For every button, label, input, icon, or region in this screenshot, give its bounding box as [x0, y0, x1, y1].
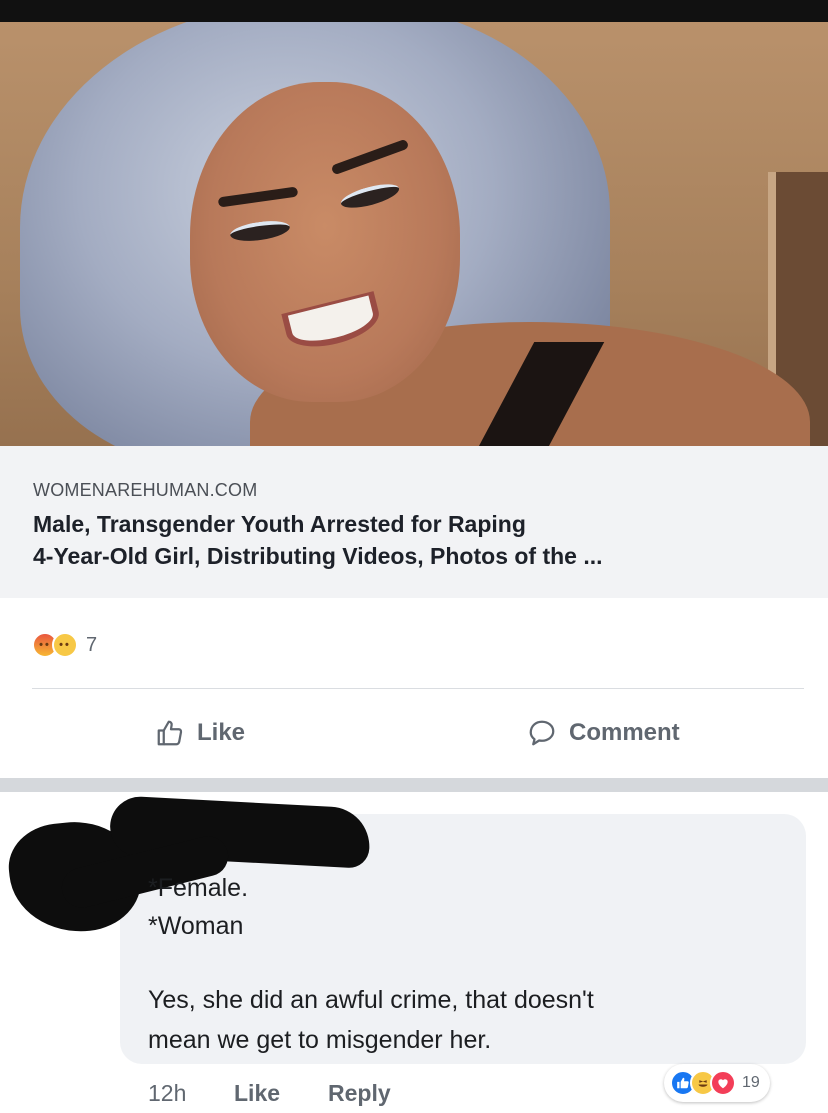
- link-title-line: Male, Transgender Youth Arrested for Rap…: [33, 511, 526, 537]
- separator-band: [0, 778, 828, 792]
- comment-reaction-count: 19: [742, 1074, 760, 1091]
- divider: [32, 688, 804, 689]
- comment-timestamp[interactable]: 12h: [148, 1080, 186, 1107]
- comment-button[interactable]: Comment: [527, 718, 680, 748]
- link-domain: WOMENAREHUMAN.COM: [33, 480, 258, 500]
- top-bar: [0, 0, 828, 22]
- sad-emoji-icon: ••: [52, 632, 78, 658]
- post-reactions-summary[interactable]: •• •• 7: [32, 630, 97, 660]
- love-reaction-icon: [710, 1070, 736, 1096]
- like-button[interactable]: Like: [155, 718, 245, 748]
- post-footer: •• •• 7 Like Comment: [0, 598, 828, 778]
- comment-text-line: mean we get to misgender her.: [148, 1026, 492, 1054]
- link-preview-image[interactable]: [0, 22, 828, 446]
- reaction-count: 7: [86, 633, 98, 656]
- like-label: Like: [197, 719, 246, 746]
- comment-like-button[interactable]: Like: [234, 1080, 280, 1107]
- comment-text-line: *Woman: [148, 912, 244, 940]
- speech-bubble-icon: [529, 720, 555, 746]
- comment-reply-button[interactable]: Reply: [328, 1080, 391, 1107]
- link-card[interactable]: WOMENAREHUMAN.COM Male, Transgender Yout…: [0, 446, 828, 598]
- link-title[interactable]: Male, Transgender Youth Arrested for Rap…: [33, 508, 813, 572]
- comment-text-line: *Female.: [148, 874, 249, 902]
- comment-text-line: Yes, she did an awful crime, that doesn'…: [148, 986, 594, 1014]
- thumbs-up-icon: [157, 720, 183, 746]
- link-title-line: 4-Year-Old Girl, Distributing Videos, Ph…: [33, 543, 603, 569]
- comment-section: *Female. *Woman Yes, she did an awful cr…: [0, 792, 828, 1113]
- comment-reactions-summary[interactable]: 19: [664, 1064, 770, 1102]
- comment-label: Comment: [569, 719, 680, 746]
